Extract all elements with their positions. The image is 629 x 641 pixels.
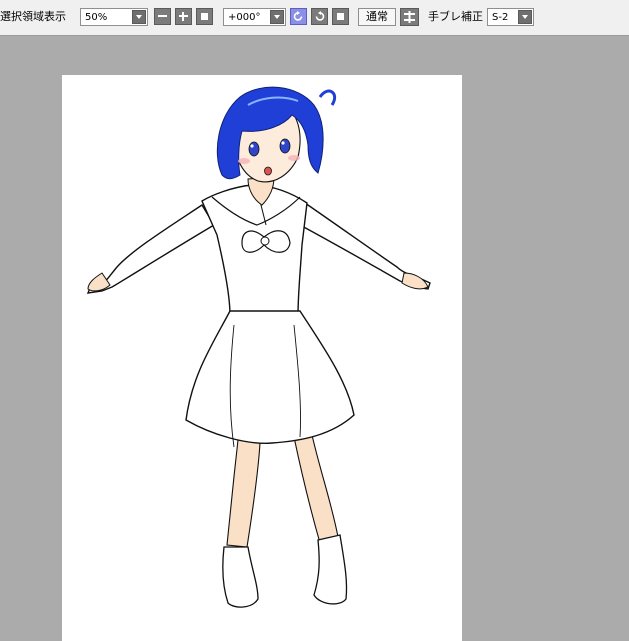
zoom-reset-button[interactable]	[196, 8, 213, 25]
rotate-left-button[interactable]	[290, 8, 307, 25]
minus-icon	[158, 15, 167, 17]
canvas-toolbar: 選択領域表示 50% +000° 通常 手ブレ補正 S-2	[0, 0, 629, 36]
chevron-down-icon	[132, 10, 146, 24]
character-illustration	[86, 86, 431, 608]
chevron-down-icon	[518, 10, 532, 24]
stabilizer-select[interactable]: S-2	[487, 8, 534, 26]
flip-horizontal-icon	[404, 11, 415, 23]
square-icon	[337, 13, 344, 20]
zoom-in-button[interactable]	[175, 8, 192, 25]
square-icon	[201, 13, 208, 20]
zoom-select[interactable]: 50%	[80, 8, 148, 26]
selection-display-label: 選択領域表示	[0, 10, 66, 23]
flip-button[interactable]	[400, 8, 419, 26]
rotate-reset-button[interactable]	[332, 8, 349, 25]
rotate-ccw-icon	[293, 11, 303, 21]
rotation-select[interactable]: +000°	[223, 8, 286, 26]
rotation-value: +000°	[228, 12, 261, 23]
chevron-down-icon	[270, 10, 284, 24]
rotate-right-button[interactable]	[311, 8, 328, 25]
zoom-out-button[interactable]	[154, 8, 171, 25]
plus-icon	[179, 12, 188, 21]
toolbar-divider	[0, 30, 629, 36]
drawing-canvas[interactable]	[62, 75, 462, 641]
stabilizer-label: 手ブレ補正	[428, 10, 483, 23]
rotate-cw-icon	[315, 11, 325, 21]
stabilizer-value: S-2	[492, 12, 509, 23]
blend-mode-button[interactable]: 通常	[358, 8, 396, 26]
zoom-value: 50%	[85, 12, 108, 23]
